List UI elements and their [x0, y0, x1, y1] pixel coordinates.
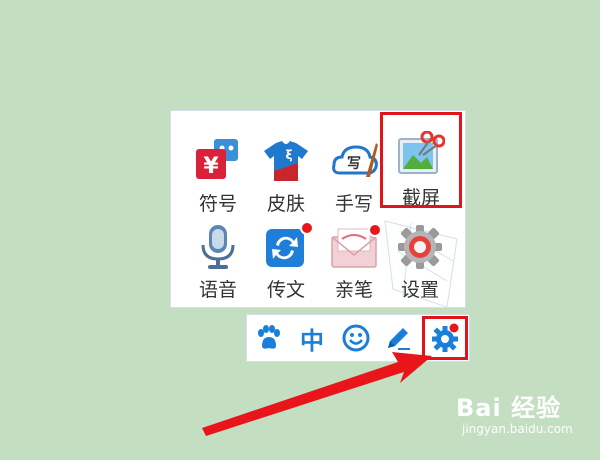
tile-transfer[interactable]: 传文: [253, 211, 319, 301]
paw-icon: [258, 325, 280, 349]
tile-handwriting[interactable]: 写 手写: [321, 125, 387, 215]
emoji-icon: [342, 324, 370, 352]
handwriting-button[interactable]: [381, 321, 415, 355]
tile-label: 设置: [400, 279, 439, 301]
chinese-mode-toggle[interactable]: 中: [295, 321, 329, 355]
tile-voice[interactable]: 语音: [185, 211, 251, 301]
screenshot-scissors-icon: [397, 130, 446, 179]
tile-label: 截屏: [401, 187, 440, 209]
notification-badge: [300, 221, 314, 235]
emoji-button[interactable]: [339, 321, 373, 355]
tile-symbol[interactable]: ¥ 符号: [185, 125, 251, 215]
toolbox-settings-button[interactable]: [422, 316, 468, 360]
svg-text:写: 写: [347, 156, 361, 172]
settings-gear-icon: [432, 323, 459, 352]
svg-text:¥: ¥: [203, 154, 219, 179]
watermark-url: jingyan.baidu.com: [462, 422, 573, 436]
toolbox-panel: ¥ 符号 ξ 皮肤 写 手写 截屏 语音 传文 亲笔 设置: [170, 110, 466, 308]
ime-status-toolbar: 中: [246, 314, 470, 362]
baidu-logo-button[interactable]: [251, 321, 285, 355]
microphone-icon: [194, 223, 242, 271]
tile-personal-pen[interactable]: 亲笔: [321, 211, 387, 301]
tile-label: 传文: [266, 279, 305, 301]
transfer-icon: [262, 221, 314, 271]
tile-skin[interactable]: ξ 皮肤: [253, 125, 319, 215]
baidu-jingyan-watermark: Bai 经验 jingyan.baidu.com: [448, 386, 588, 446]
tile-settings[interactable]: 设置: [387, 211, 453, 301]
envelope-icon: [330, 223, 382, 271]
pen-icon: [388, 328, 410, 350]
tile-screenshot[interactable]: 截屏: [380, 112, 462, 209]
settings-gear-icon: [396, 223, 444, 271]
notification-badge: [368, 223, 382, 237]
watermark-main: Bai 经验: [456, 394, 562, 422]
skin-shirt-icon: ξ: [262, 137, 310, 185]
symbol-icon: ¥: [194, 137, 242, 185]
tile-label: 亲笔: [334, 279, 373, 301]
tile-label: 语音: [198, 279, 237, 301]
chinese-mode-label: 中: [300, 326, 324, 355]
handwriting-icon: 写: [330, 137, 378, 185]
svg-text:ξ: ξ: [285, 148, 292, 162]
